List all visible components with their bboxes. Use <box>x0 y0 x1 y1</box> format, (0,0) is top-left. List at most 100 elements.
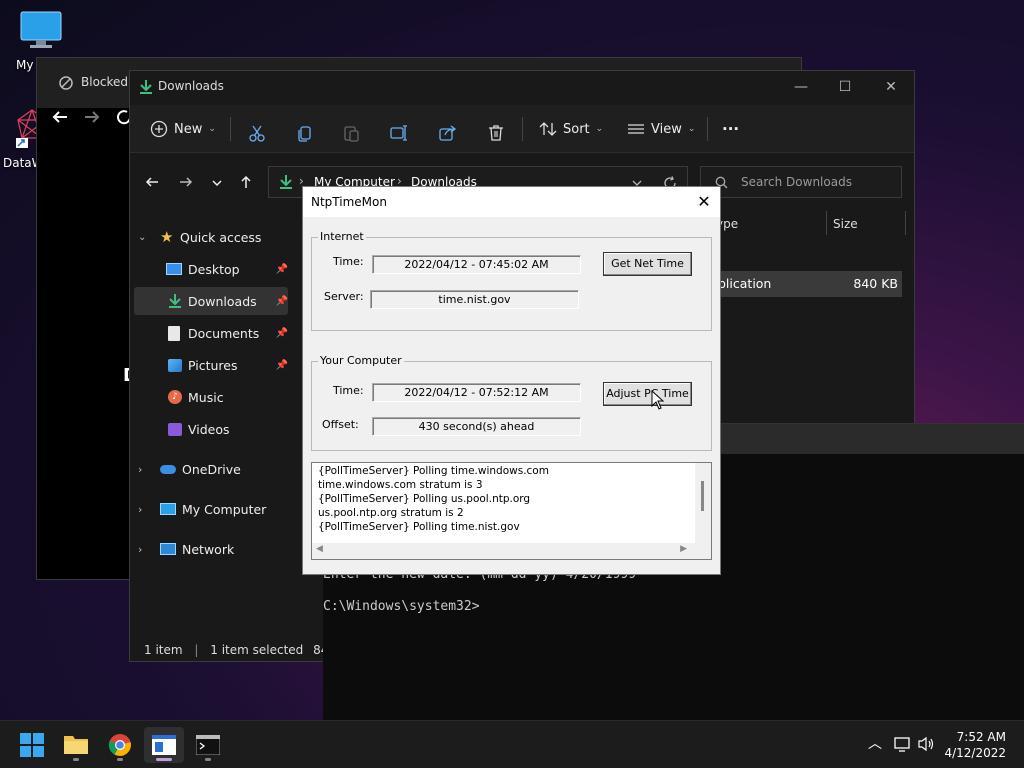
status-item-count: 1 item <box>144 643 183 657</box>
server-field[interactable]: time.nist.gov <box>370 290 579 309</box>
nav-label: Documents <box>188 325 260 341</box>
log-listbox[interactable]: {PollTimeServer} Polling time.windows.co… <box>311 462 712 560</box>
cut-icon[interactable] <box>248 121 266 145</box>
nav-quick-access[interactable]: ⌄ ★ Quick access <box>138 223 288 251</box>
paste-icon[interactable] <box>342 121 360 145</box>
internet-time-field: 2022/04/12 - 07:45:02 AM <box>372 255 581 274</box>
new-button[interactable]: New ⌄ <box>150 117 216 141</box>
nav-label: Quick access <box>180 229 262 245</box>
nav-label: Music <box>188 389 224 405</box>
videos-icon <box>168 422 182 436</box>
horizontal-scrollbar[interactable]: ◀ ▶ <box>312 543 711 559</box>
sort-button[interactable]: Sort ⌄ <box>539 117 603 141</box>
file-type: plication <box>718 276 772 291</box>
command-bar: New ⌄ Sort ⌄ View ⌄ ... <box>130 105 914 153</box>
forward-arrow-icon[interactable] <box>178 174 194 190</box>
more-options-button[interactable]: ... <box>722 113 739 137</box>
chrome-icon <box>108 734 131 756</box>
adjust-pc-time-button[interactable]: Adjust PC Time <box>603 382 692 406</box>
forward-arrow-icon[interactable] <box>83 108 101 126</box>
start-button[interactable] <box>12 727 52 763</box>
download-icon <box>140 80 152 94</box>
scrollbar-thumb[interactable] <box>701 481 704 511</box>
file-row[interactable]: plication 840 KB <box>704 271 902 297</box>
running-indicator <box>73 758 79 761</box>
nav-item-videos[interactable]: Videos <box>134 415 288 443</box>
nav-item-downloads[interactable]: Downloads 📌 <box>134 287 288 315</box>
offset-label: Offset: <box>322 418 359 431</box>
download-icon <box>169 294 181 308</box>
folder-icon <box>64 736 88 754</box>
copy-icon[interactable] <box>296 121 314 145</box>
minimize-button[interactable]: — <box>791 77 811 97</box>
group-legend: Your Computer <box>318 354 404 367</box>
back-arrow-icon[interactable] <box>144 174 160 190</box>
pin-icon[interactable]: 📌 <box>276 328 288 339</box>
pin-icon[interactable]: 📌 <box>276 264 288 275</box>
back-arrow-icon[interactable] <box>51 108 69 126</box>
column-divider[interactable] <box>826 211 827 235</box>
monitor-icon <box>20 11 62 48</box>
sort-icon <box>539 122 557 136</box>
close-button[interactable]: ✕ <box>881 77 901 97</box>
more-label: ... <box>722 116 740 134</box>
column-divider[interactable] <box>905 211 906 235</box>
maximize-button[interactable]: ☐ <box>835 77 855 97</box>
pin-icon[interactable]: 📌 <box>276 360 288 371</box>
chevron-down-icon: ⌄ <box>208 124 216 134</box>
nav-onedrive[interactable]: › OneDrive <box>138 455 288 483</box>
star-icon: ★ <box>160 228 174 246</box>
nav-item-desktop[interactable]: Desktop 📌 <box>134 255 288 283</box>
system-clock[interactable]: 7:52 AM 4/12/2022 <box>944 729 1006 761</box>
close-button[interactable]: ✕ <box>694 192 714 212</box>
recent-chevron-icon[interactable] <box>211 177 223 189</box>
share-icon[interactable] <box>439 121 457 145</box>
nav-label: Desktop <box>188 261 240 277</box>
pin-icon[interactable]: 📌 <box>276 296 288 307</box>
taskbar-ntptimemon[interactable] <box>144 727 184 763</box>
network-icon <box>160 543 176 555</box>
music-icon: ♪ <box>168 390 182 404</box>
get-net-time-button[interactable]: Get Net Time <box>603 252 692 276</box>
internet-time-label: Time: <box>333 255 364 268</box>
blocked-icon <box>59 76 73 90</box>
ntptimemon-dialog[interactable]: NtpTimeMon ✕ Internet Time: 2022/04/12 -… <box>302 186 721 575</box>
internet-group: Internet Time: 2022/04/12 - 07:45:02 AM … <box>311 230 712 331</box>
rename-icon[interactable] <box>390 121 408 145</box>
scroll-right-icon[interactable]: ▶ <box>680 544 687 554</box>
clock-time: 7:52 AM <box>956 730 1006 744</box>
nav-label: OneDrive <box>182 461 241 477</box>
column-header-size[interactable]: Size <box>833 217 858 245</box>
download-icon <box>280 175 292 189</box>
toolbar-divider <box>707 117 708 141</box>
view-button[interactable]: View ⌄ <box>627 117 695 141</box>
nav-network[interactable]: › Network <box>138 535 288 563</box>
volume-icon[interactable] <box>918 736 936 752</box>
explorer-title: Downloads <box>158 79 224 93</box>
console-prompt[interactable]: C:\Windows\system32> <box>323 599 480 614</box>
clock-date: 4/12/2022 <box>944 746 1006 760</box>
delete-icon[interactable] <box>487 121 505 145</box>
chevron-down-icon: ⌄ <box>687 124 696 134</box>
dialog-title: NtpTimeMon <box>311 195 387 209</box>
taskbar-file-explorer[interactable] <box>56 727 96 763</box>
vertical-scrollbar[interactable] <box>695 463 711 543</box>
search-input[interactable]: Search Downloads <box>700 166 902 198</box>
nav-item-pictures[interactable]: Pictures 📌 <box>134 351 288 379</box>
network-tray-icon[interactable] <box>894 736 912 752</box>
cloud-icon <box>160 464 176 474</box>
terminal-icon <box>196 735 220 755</box>
up-arrow-icon[interactable] <box>238 174 254 190</box>
nav-my-computer[interactable]: › My Computer <box>138 495 288 523</box>
nav-item-music[interactable]: ♪ Music <box>134 383 288 411</box>
new-label: New <box>174 121 203 137</box>
taskbar: ︿ 7:52 AM 4/12/2022 <box>0 720 1024 768</box>
scroll-left-icon[interactable]: ◀ <box>316 544 323 554</box>
running-indicator <box>205 758 211 761</box>
taskbar-command-prompt[interactable] <box>188 727 228 763</box>
chevron-up-icon[interactable]: ︿ <box>868 733 882 753</box>
nav-label: My Computer <box>182 501 267 517</box>
taskbar-chrome[interactable] <box>100 727 140 763</box>
nav-item-documents[interactable]: Documents 📌 <box>134 319 288 347</box>
toolbar-divider <box>522 117 523 141</box>
